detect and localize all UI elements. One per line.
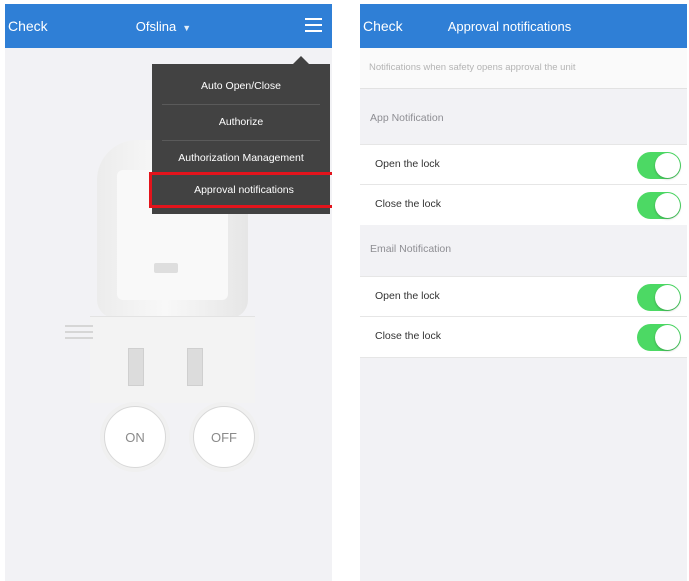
setting-label: Close the lock	[375, 198, 441, 210]
setting-row: Open the lock	[360, 276, 687, 317]
on-button[interactable]: ON	[104, 406, 166, 468]
menu-item-authorize[interactable]: Authorize	[162, 104, 320, 140]
email-open-lock-toggle[interactable]	[637, 284, 681, 311]
approval-notifications-screen: Check Approval notifications Notificatio…	[360, 4, 687, 581]
section-header-app: App Notification	[370, 112, 444, 124]
section-header-email: Email Notification	[370, 243, 452, 255]
chevron-down-icon: ▼	[182, 23, 192, 33]
setting-label: Open the lock	[375, 290, 440, 302]
dropdown-menu: Auto Open/Close Authorize Authorization …	[149, 56, 332, 214]
dropdown-arrow-icon	[292, 56, 310, 65]
nav-bar: Check Approval notifications	[360, 4, 687, 48]
setting-label: Open the lock	[375, 158, 440, 170]
page-description: Notifications when safety opens approval…	[360, 48, 687, 89]
setting-row: Open the lock	[360, 144, 687, 185]
app-close-lock-toggle[interactable]	[637, 192, 681, 219]
email-close-lock-toggle[interactable]	[637, 324, 681, 351]
nav-title[interactable]: Ofslina ▼	[5, 19, 332, 34]
device-label-graphic	[65, 325, 93, 343]
setting-row: Close the lock	[360, 316, 687, 358]
page-title: Approval notifications	[447, 19, 572, 34]
nav-bar: Check Ofslina ▼	[5, 4, 332, 48]
hamburger-menu-icon[interactable]	[305, 18, 322, 33]
menu-item-auto-open-close[interactable]: Auto Open/Close	[162, 68, 320, 104]
app-open-lock-toggle[interactable]	[637, 152, 681, 179]
off-button[interactable]: OFF	[193, 406, 255, 468]
setting-row: Close the lock	[360, 184, 687, 225]
lock-control-screen: Check Ofslina ▼ ON OFF Auto Open/Close Au…	[5, 4, 332, 581]
menu-item-authorization-management[interactable]: Authorization Management	[162, 140, 320, 176]
menu-item-approval-notifications[interactable]: Approval notifications	[149, 172, 332, 208]
device-name: Ofslina	[135, 19, 177, 34]
setting-label: Close the lock	[375, 330, 441, 342]
